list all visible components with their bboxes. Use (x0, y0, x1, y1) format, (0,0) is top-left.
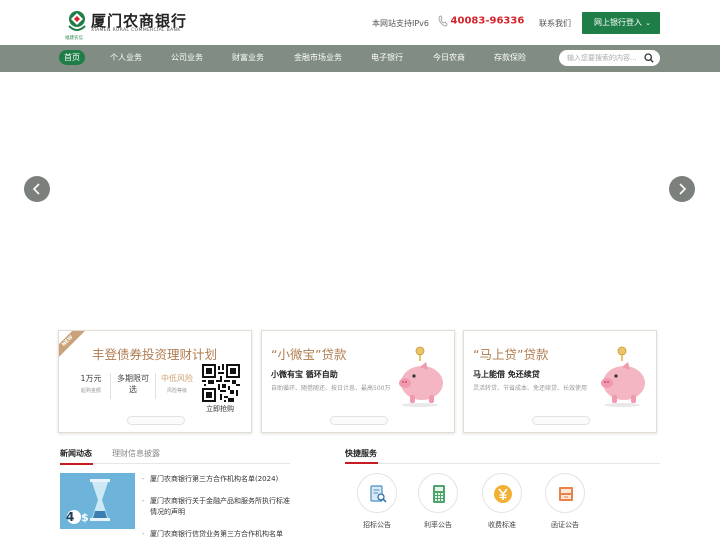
banner-next-button[interactable] (669, 176, 695, 202)
quick-label: 函证公告 (551, 521, 579, 529)
quick-label: 招标公告 (363, 521, 391, 529)
quick-icon-circle (357, 473, 397, 513)
search-icon[interactable] (644, 53, 654, 63)
quick-services-title: 快捷服务 (345, 449, 377, 458)
chevron-right-icon (679, 183, 687, 195)
quick-confirmation-notice[interactable]: 函证公告 (543, 473, 587, 530)
promo-card-bond[interactable]: NEW 丰登债券投资理财计划 1万元 起购金额 多期限可选 中低风险 风险等级 … (58, 330, 252, 433)
nav-financial-market[interactable]: 金融市场业务 (294, 52, 342, 63)
search-input[interactable] (567, 52, 643, 64)
search-box (559, 50, 660, 66)
piggy-bank-icon (601, 346, 645, 407)
nav-personal[interactable]: 个人业务 (110, 52, 142, 63)
stat-label: 风险等级 (166, 388, 187, 394)
card-pill (127, 416, 185, 425)
nav-home[interactable]: 首页 (59, 50, 85, 65)
svg-text:$: $ (81, 511, 89, 524)
stat-value: 多期限可选 (117, 374, 149, 394)
contact-link[interactable]: 联系我们 (539, 18, 571, 29)
stat-value: 中低风险 (161, 374, 193, 383)
document-search-icon (370, 485, 387, 503)
nav-wealth[interactable]: 财富业务 (232, 52, 264, 63)
bank-sub-brand: 福建农信 (65, 36, 83, 41)
promo-desc: 灵活转贷、节省成本、免还续贷、长效使用 (473, 385, 588, 392)
nav-corporate[interactable]: 公司业务 (171, 52, 203, 63)
qr-code-icon (202, 364, 240, 402)
banner-prev-button[interactable] (24, 176, 50, 202)
letter-tray-icon (559, 487, 573, 501)
quick-rate-notice[interactable]: 利率公告 (416, 473, 460, 530)
promo-subtitle: 小微有宝 循环自助 (271, 370, 338, 379)
piggy-bank-icon (399, 346, 443, 407)
hotline-number: 40083-96336 (450, 15, 525, 27)
quick-icon-circle (418, 473, 458, 513)
bank-name-en: XIAMEN RURAL COMMERCIAL BANK (91, 28, 181, 33)
nav-today[interactable]: 今日农商 (433, 52, 465, 63)
quick-label: 收费标准 (488, 521, 516, 529)
quick-icon-circle (482, 473, 522, 513)
quick-label: 利率公告 (424, 521, 452, 529)
stat-value: 1万元 (80, 374, 102, 383)
svg-text:4: 4 (66, 510, 74, 524)
stat-risk: 中低风险 风险等级 (159, 373, 195, 394)
stat-term: 多期限可选 (115, 373, 151, 395)
ebank-login-label: 网上银行登入 (594, 18, 642, 27)
ebank-login-button[interactable]: 网上银行登入 ⌄ (582, 12, 660, 34)
chevron-down-icon: ⌄ (645, 19, 651, 27)
ipv6-notice: 本网站支持IPv6 (372, 19, 430, 28)
promo-card-xiaoweibao[interactable]: “小微宝”贷款 小微有宝 循环自助 自助循环、随借随还、按日计息、最高500万 (261, 330, 455, 433)
tab-news[interactable]: 新闻动态 (60, 448, 93, 465)
hourglass-illustration-icon: 4 $ (60, 473, 135, 529)
hero-banner (0, 72, 720, 312)
phone-icon (438, 15, 448, 27)
tab-wealth-disclosure[interactable]: 理财信息披露 (112, 448, 160, 459)
stat-label: 起购金额 (80, 388, 101, 394)
nav-ebanking[interactable]: 电子银行 (371, 52, 403, 63)
calculator-icon (433, 485, 445, 503)
news-item[interactable]: 厦门农商银行第三方合作机构名单(2024) (142, 474, 292, 485)
site-header: 厦门农商银行 XIAMEN RURAL COMMERCIAL BANK 福建农信… (0, 0, 720, 45)
stat-min-amount: 1万元 起购金额 (77, 373, 105, 394)
quick-tender-notice[interactable]: 招标公告 (355, 473, 399, 530)
new-badge: NEW (59, 331, 88, 361)
promo-title: 丰登债券投资理财计划 (92, 347, 218, 362)
nav-deposit-insurance[interactable]: 存款保险 (494, 52, 526, 63)
quick-fee-standard[interactable]: 收费标准 (480, 473, 524, 530)
bank-logo-icon (68, 11, 86, 31)
chevron-left-icon (32, 183, 40, 195)
divider (110, 373, 111, 399)
news-item[interactable]: 厦门农商银行关于金融产品和服务所执行标准情况的声明 (142, 496, 292, 518)
promo-subtitle: 马上能借 免还续贷 (473, 370, 540, 379)
divider (155, 373, 156, 399)
quick-icon-circle (545, 473, 585, 513)
promo-title: “小微宝”贷款 (271, 347, 347, 362)
promo-card-mashangdai[interactable]: “马上贷”贷款 马上能借 免还续贷 灵活转贷、节省成本、免还续贷、长效使用 (463, 330, 657, 433)
buy-now-link[interactable]: 立即抢购 (206, 404, 234, 414)
yen-icon (494, 485, 512, 503)
promo-desc: 自助循环、随借随还、按日计息、最高500万 (271, 385, 391, 392)
card-pill (330, 416, 388, 425)
active-underline (345, 462, 378, 464)
main-nav: 首页 个人业务 公司业务 财富业务 金融市场业务 电子银行 今日农商 存款保险 (0, 45, 720, 72)
card-pill (532, 416, 590, 425)
divider (345, 463, 660, 464)
news-thumbnail[interactable]: 4 $ (60, 473, 135, 529)
news-tabs: 新闻动态 理财信息披露 (60, 446, 290, 465)
news-item[interactable]: 厦门农商银行信贷业务第三方合作机构名单(2024年更新) (142, 529, 292, 540)
hotline: 40083-96336 (438, 15, 524, 29)
news-list: 厦门农商银行第三方合作机构名单(2024) 厦门农商银行关于金融产品和服务所执行… (142, 474, 292, 540)
promo-title: “马上贷”贷款 (473, 347, 549, 362)
bank-logo[interactable]: 厦门农商银行 XIAMEN RURAL COMMERCIAL BANK 福建农信 (65, 10, 191, 41)
